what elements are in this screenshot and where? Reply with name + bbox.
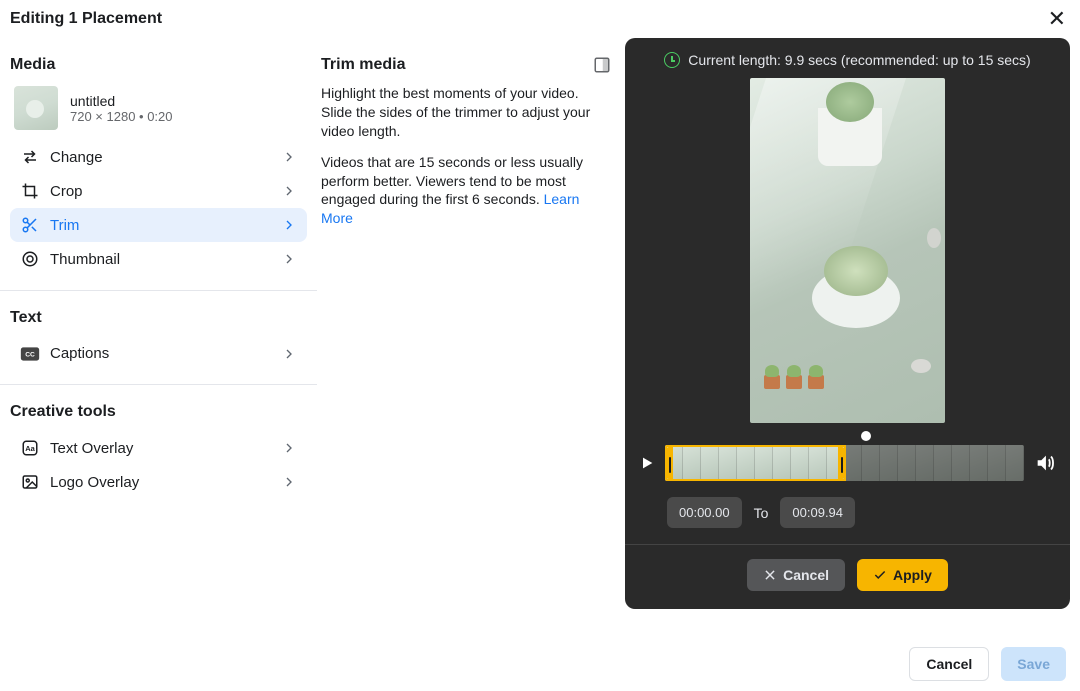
close-icon[interactable]: ✕ (1048, 8, 1066, 30)
nav-label: Text Overlay (50, 440, 133, 457)
thumbnail-icon (20, 250, 40, 268)
trim-apply-button[interactable]: Apply (857, 559, 948, 591)
current-length-text: Current length: 9.9 secs (recommended: u… (688, 52, 1030, 68)
nav-label: Thumbnail (50, 251, 120, 268)
nav-label: Crop (50, 183, 83, 200)
chevron-right-icon (281, 346, 297, 362)
nav-change[interactable]: Change (10, 140, 307, 174)
preview-panel: Current length: 9.9 secs (recommended: u… (625, 38, 1070, 609)
footer-cancel-button[interactable]: Cancel (909, 647, 989, 681)
nav-captions[interactable]: CC Captions (10, 337, 307, 370)
svg-text:CC: CC (25, 351, 35, 358)
trim-title: Trim media (321, 56, 405, 74)
video-preview (750, 78, 945, 423)
aspect-ratio-icon[interactable] (593, 56, 611, 74)
clock-icon (664, 52, 680, 68)
playhead[interactable] (861, 431, 871, 441)
nav-logo-overlay[interactable]: Logo Overlay (10, 465, 307, 499)
nav-crop[interactable]: Crop (10, 174, 307, 208)
trim-timeline[interactable] (665, 445, 1024, 481)
media-thumbnail (14, 86, 58, 130)
nav-label: Trim (50, 217, 79, 234)
scissors-icon (20, 216, 40, 234)
footer-save-button[interactable]: Save (1001, 647, 1066, 681)
trim-to-input[interactable]: 00:09.94 (780, 497, 855, 528)
section-text: Text (10, 309, 307, 327)
chevron-right-icon (281, 251, 297, 267)
media-title: untitled (70, 93, 173, 109)
volume-icon[interactable] (1034, 452, 1056, 474)
nav-label: Captions (50, 345, 109, 362)
crop-icon (20, 182, 40, 200)
nav-label: Logo Overlay (50, 474, 139, 491)
section-creative: Creative tools (10, 403, 307, 421)
swap-icon (20, 148, 40, 166)
play-button[interactable] (639, 455, 655, 471)
chevron-right-icon (281, 474, 297, 490)
trim-description: Highlight the best moments of your video… (321, 84, 611, 228)
nav-label: Change (50, 149, 103, 166)
chevron-right-icon (281, 149, 297, 165)
nav-trim[interactable]: Trim (10, 208, 307, 242)
nav-text-overlay[interactable]: Aa Text Overlay (10, 431, 307, 465)
chevron-right-icon (281, 183, 297, 199)
image-icon (20, 473, 40, 491)
chevron-right-icon (281, 217, 297, 233)
section-media: Media (10, 56, 307, 74)
page-title: Editing 1 Placement (10, 10, 162, 28)
svg-text:Aa: Aa (25, 444, 35, 453)
trim-cancel-button[interactable]: Cancel (747, 559, 845, 591)
media-summary: untitled 720 × 1280 • 0:20 (10, 84, 307, 140)
nav-thumbnail[interactable]: Thumbnail (10, 242, 307, 276)
to-label: To (754, 505, 769, 521)
text-overlay-icon: Aa (20, 439, 40, 457)
captions-icon: CC (20, 346, 40, 362)
media-dimensions: 720 × 1280 • 0:20 (70, 109, 173, 124)
chevron-right-icon (281, 440, 297, 456)
trim-from-input[interactable]: 00:00.00 (667, 497, 742, 528)
